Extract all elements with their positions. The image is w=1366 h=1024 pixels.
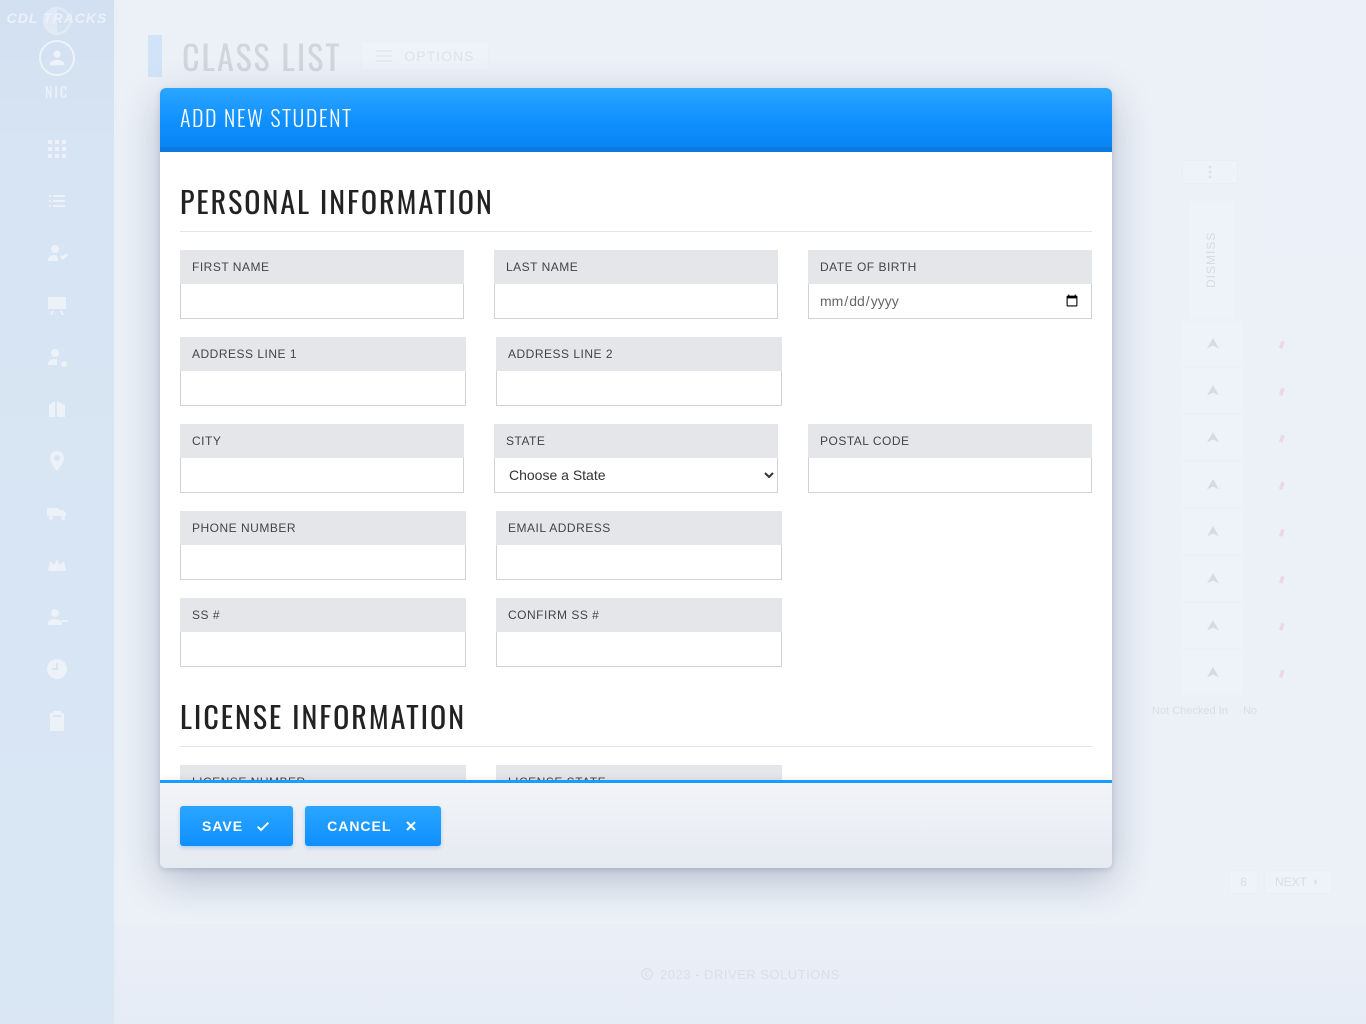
- dob-field: DATE OF BIRTH: [808, 250, 1092, 319]
- license-number-label: LICENSE NUMBER: [180, 765, 466, 780]
- address2-field: ADDRESS LINE 2: [496, 337, 782, 406]
- close-icon: [403, 818, 419, 834]
- last-name-input[interactable]: [494, 284, 778, 319]
- section-license-heading: LICENSE INFORMATION: [180, 685, 1092, 747]
- city-label: CITY: [180, 424, 464, 458]
- first-name-field: FIRST NAME: [180, 250, 464, 319]
- license-state-label: LICENSE STATE: [496, 765, 782, 780]
- state-select[interactable]: Choose a State: [494, 458, 778, 493]
- section-personal-heading: PERSONAL INFORMATION: [180, 170, 1092, 232]
- ssn-confirm-field: CONFIRM SS #: [496, 598, 782, 667]
- email-input[interactable]: [496, 545, 782, 580]
- address2-label: ADDRESS LINE 2: [496, 337, 782, 371]
- ssn-input[interactable]: [180, 632, 466, 667]
- ssn-confirm-input[interactable]: [496, 632, 782, 667]
- check-icon: [255, 818, 271, 834]
- ssn-field: SS #: [180, 598, 466, 667]
- ssn-confirm-label: CONFIRM SS #: [496, 598, 782, 632]
- address1-label: ADDRESS LINE 1: [180, 337, 466, 371]
- phone-field: PHONE NUMBER: [180, 511, 466, 580]
- ssn-label: SS #: [180, 598, 466, 632]
- license-state-field: LICENSE STATE: [496, 765, 782, 780]
- postal-input[interactable]: [808, 458, 1092, 493]
- last-name-label: LAST NAME: [494, 250, 778, 284]
- city-input[interactable]: [180, 458, 464, 493]
- modal-body[interactable]: PERSONAL INFORMATION FIRST NAME LAST NAM…: [160, 152, 1112, 780]
- last-name-field: LAST NAME: [494, 250, 778, 319]
- save-label: SAVE: [202, 818, 243, 834]
- add-student-modal: ADD NEW STUDENT PERSONAL INFORMATION FIR…: [160, 88, 1112, 868]
- dob-label: DATE OF BIRTH: [808, 250, 1092, 284]
- dob-input[interactable]: [808, 284, 1092, 319]
- postal-label: POSTAL CODE: [808, 424, 1092, 458]
- email-label: EMAIL ADDRESS: [496, 511, 782, 545]
- address1-input[interactable]: [180, 371, 466, 406]
- save-button[interactable]: SAVE: [180, 806, 293, 846]
- modal-footer: SAVE CANCEL: [160, 780, 1112, 868]
- modal-title: ADD NEW STUDENT: [180, 102, 353, 134]
- modal-header: ADD NEW STUDENT: [160, 88, 1112, 152]
- first-name-label: FIRST NAME: [180, 250, 464, 284]
- state-field: STATE Choose a State: [494, 424, 778, 493]
- phone-label: PHONE NUMBER: [180, 511, 466, 545]
- city-field: CITY: [180, 424, 464, 493]
- state-label: STATE: [494, 424, 778, 458]
- first-name-input[interactable]: [180, 284, 464, 319]
- cancel-label: CANCEL: [327, 818, 391, 834]
- address1-field: ADDRESS LINE 1: [180, 337, 466, 406]
- email-field: EMAIL ADDRESS: [496, 511, 782, 580]
- cancel-button[interactable]: CANCEL: [305, 806, 441, 846]
- phone-input[interactable]: [180, 545, 466, 580]
- license-number-field: LICENSE NUMBER: [180, 765, 466, 780]
- postal-field: POSTAL CODE: [808, 424, 1092, 493]
- address2-input[interactable]: [496, 371, 782, 406]
